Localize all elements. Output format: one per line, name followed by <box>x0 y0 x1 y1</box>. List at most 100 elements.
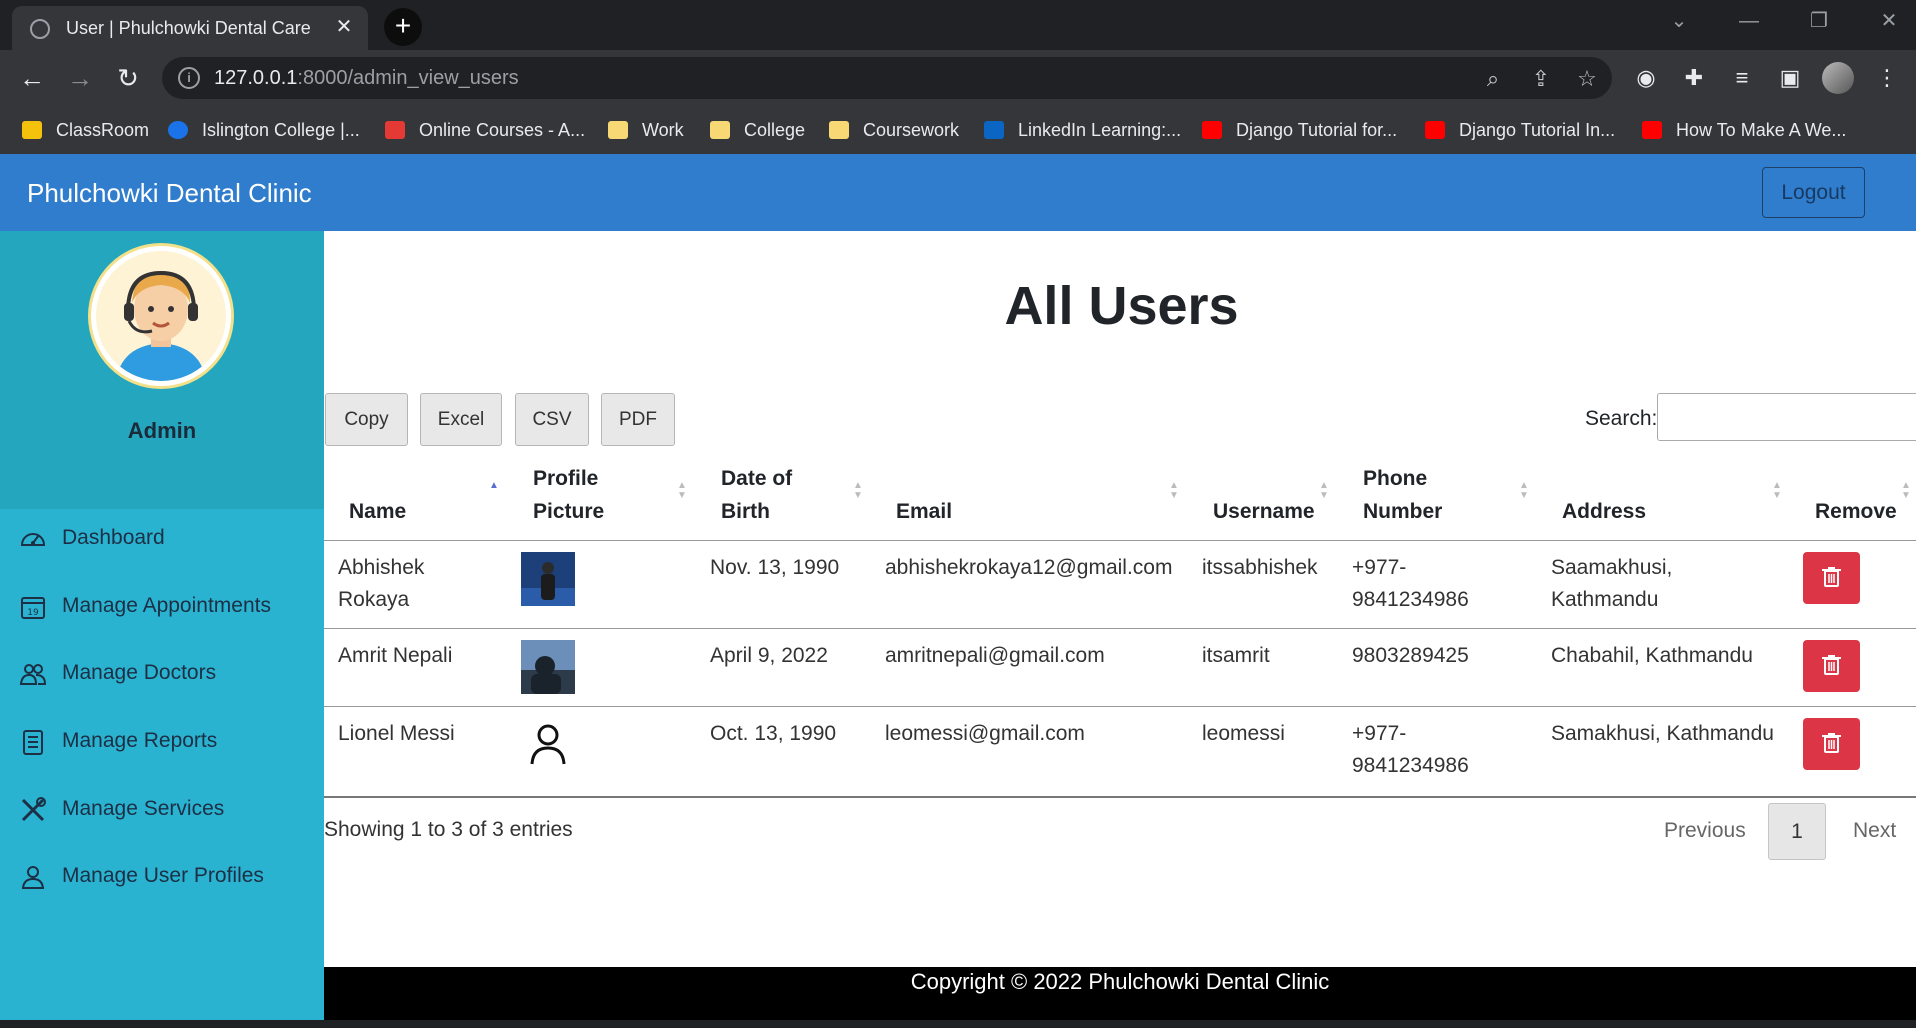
bookmark-item[interactable]: Django Tutorial for... <box>1202 116 1397 144</box>
footer: Copyright © 2022 Phulchowki Dental Clini… <box>324 967 1916 1020</box>
extension-icon[interactable]: ◉ <box>1631 63 1661 93</box>
admin-profile-box: Admin <box>0 231 324 509</box>
sort-icon[interactable]: ▲ ▼ <box>1169 481 1179 501</box>
bookmarks-bar: ClassRoom Islington College |... Online … <box>0 106 1916 154</box>
pdf-button[interactable]: PDF <box>601 393 675 446</box>
top-navbar: Phulchowki Dental Clinic Logout <box>0 154 1916 231</box>
column-header-profile-picture[interactable]: Profile Picture <box>533 462 604 528</box>
cell-dob: Nov. 13, 1990 <box>710 556 840 579</box>
bookmark-folder[interactable]: Coursework <box>829 116 959 144</box>
bookmark-star-icon[interactable]: ☆ <box>1574 66 1600 92</box>
bookmark-item[interactable]: How To Make A We... <box>1642 116 1846 144</box>
main-content: All Users Copy Excel CSV PDF Search: Nam… <box>324 231 1916 971</box>
table-row: Amrit Nepali April 9, 2022 amritnepali@g… <box>324 630 1916 707</box>
svg-text:19: 19 <box>27 608 39 618</box>
admin-name: Admin <box>127 418 197 443</box>
brand-title[interactable]: Phulchowki Dental Clinic <box>27 178 312 209</box>
sort-asc-icon[interactable]: ▲ <box>489 481 499 491</box>
sidebar-item-doctors[interactable]: Manage Doctors <box>0 648 324 698</box>
default-user-icon <box>530 724 566 765</box>
new-tab-button[interactable]: + <box>384 8 422 46</box>
site-info-icon[interactable]: i <box>178 67 200 89</box>
sidebar-item-appointments[interactable]: 19 Manage Appointments <box>0 581 324 631</box>
url-text[interactable]: 127.0.0.1:8000/admin_view_users <box>214 67 519 90</box>
search-input[interactable] <box>1657 393 1916 441</box>
delete-button[interactable] <box>1803 640 1860 692</box>
restore-button[interactable]: ❐ <box>1784 0 1854 44</box>
delete-button[interactable] <box>1803 718 1860 770</box>
column-header-name[interactable]: Name <box>349 495 406 528</box>
column-header-phone[interactable]: Phone Number <box>1363 462 1442 528</box>
close-tab-icon[interactable]: ✕ <box>332 15 356 39</box>
page-1-button[interactable]: 1 <box>1768 803 1826 860</box>
window-close-button[interactable]: ✕ <box>1854 0 1916 44</box>
cell-dob: April 9, 2022 <box>710 644 828 667</box>
sidebar-item-dashboard[interactable]: Dashboard <box>0 513 324 563</box>
browser-chrome: User | Phulchowki Dental Care ✕ + ⌄ — ❐ … <box>0 0 1916 154</box>
delete-button[interactable] <box>1803 552 1860 604</box>
puzzle-extensions-icon[interactable]: ✚ <box>1679 63 1709 93</box>
bookmark-item[interactable]: Online Courses - A... <box>385 116 585 144</box>
sidebar-item-user-profiles[interactable]: Manage User Profiles <box>0 851 324 901</box>
tab-title: User | Phulchowki Dental Care <box>66 18 311 38</box>
forward-icon[interactable]: → <box>64 62 96 94</box>
sort-icon[interactable]: ▲ ▼ <box>853 481 863 501</box>
bookmark-item[interactable]: Islington College |... <box>168 116 360 144</box>
sort-icon[interactable]: ▲ ▼ <box>677 481 687 501</box>
bookmark-item[interactable]: LinkedIn Learning:... <box>984 116 1181 144</box>
cell-name: Amrit Nepali <box>338 644 453 667</box>
copyright-text: Copyright © 2022 Phulchowki Dental Clini… <box>910 969 1330 994</box>
trash-icon <box>1822 733 1841 753</box>
profile-avatar-icon[interactable] <box>1822 62 1854 94</box>
sidebar-item-label: Manage Services <box>62 797 225 820</box>
column-header-username[interactable]: Username <box>1213 495 1315 528</box>
menu-kebab-icon[interactable]: ⋮ <box>1872 63 1902 93</box>
youtube-icon <box>1202 121 1222 139</box>
column-header-remove[interactable]: Remove <box>1815 495 1897 528</box>
share-icon[interactable]: ⇪ <box>1528 66 1554 92</box>
reload-icon[interactable]: ↻ <box>112 62 144 94</box>
youtube-icon <box>1642 121 1662 139</box>
cell-address: Chabahil, Kathmandu <box>1551 644 1753 667</box>
sidebar-item-reports[interactable]: Manage Reports <box>0 716 324 766</box>
browser-tab[interactable]: User | Phulchowki Dental Care ✕ <box>12 6 368 50</box>
address-bar[interactable]: i 127.0.0.1:8000/admin_view_users ⌕ ⇪ ☆ <box>162 57 1612 99</box>
sort-icon[interactable]: ▲ ▼ <box>1901 481 1911 501</box>
csv-button[interactable]: CSV <box>515 393 589 446</box>
sort-icon[interactable]: ▲ ▼ <box>1319 481 1329 501</box>
cell-username: leomessi <box>1202 722 1285 745</box>
bookmark-item[interactable]: ClassRoom <box>22 116 149 144</box>
media-control-icon[interactable]: ≡ <box>1727 63 1757 93</box>
youtube-icon <box>1425 121 1445 139</box>
calendar-icon: 19 <box>21 597 45 619</box>
column-header-email[interactable]: Email <box>896 495 952 528</box>
logout-button[interactable]: Logout <box>1762 167 1865 218</box>
column-header-address[interactable]: Address <box>1562 495 1646 528</box>
people-icon <box>19 664 47 685</box>
tab-search-icon[interactable]: ⌄ <box>1644 0 1714 44</box>
cell-username: itsamrit <box>1202 644 1270 667</box>
copy-button[interactable]: Copy <box>325 393 408 446</box>
cell-name: Lionel Messi <box>338 722 455 745</box>
table-bottom-border <box>324 796 1916 798</box>
sort-icon[interactable]: ▲ ▼ <box>1519 481 1529 501</box>
bookmark-item[interactable]: Django Tutorial In... <box>1425 116 1615 144</box>
bookmark-folder[interactable]: College <box>710 116 805 144</box>
folder-icon <box>710 121 730 139</box>
next-page-button[interactable]: Next <box>1853 819 1896 843</box>
zoom-icon[interactable]: ⌕ <box>1480 66 1506 92</box>
column-header-dob[interactable]: Date of Birth <box>721 462 792 528</box>
excel-button[interactable]: Excel <box>420 393 502 446</box>
previous-page-button[interactable]: Previous <box>1664 819 1746 843</box>
tools-icon <box>21 797 46 822</box>
bookmark-folder[interactable]: Work <box>608 116 684 144</box>
table-row: Lionel Messi Oct. 13, 1990 leomessi@gmai… <box>324 708 1916 795</box>
sort-icon[interactable]: ▲ ▼ <box>1772 481 1782 501</box>
bookmark-favicon-icon <box>385 121 405 139</box>
cell-address: Saamakhusi, Kathmandu <box>1551 556 1673 611</box>
table-row: Abhishek Rokaya Nov. 13, 1990 abhishekrok… <box>324 542 1916 629</box>
sidebar-item-services[interactable]: Manage Services <box>0 784 324 834</box>
side-panel-icon[interactable]: ▣ <box>1775 63 1805 93</box>
minimize-button[interactable]: — <box>1714 0 1784 44</box>
back-icon[interactable]: ← <box>16 62 48 94</box>
